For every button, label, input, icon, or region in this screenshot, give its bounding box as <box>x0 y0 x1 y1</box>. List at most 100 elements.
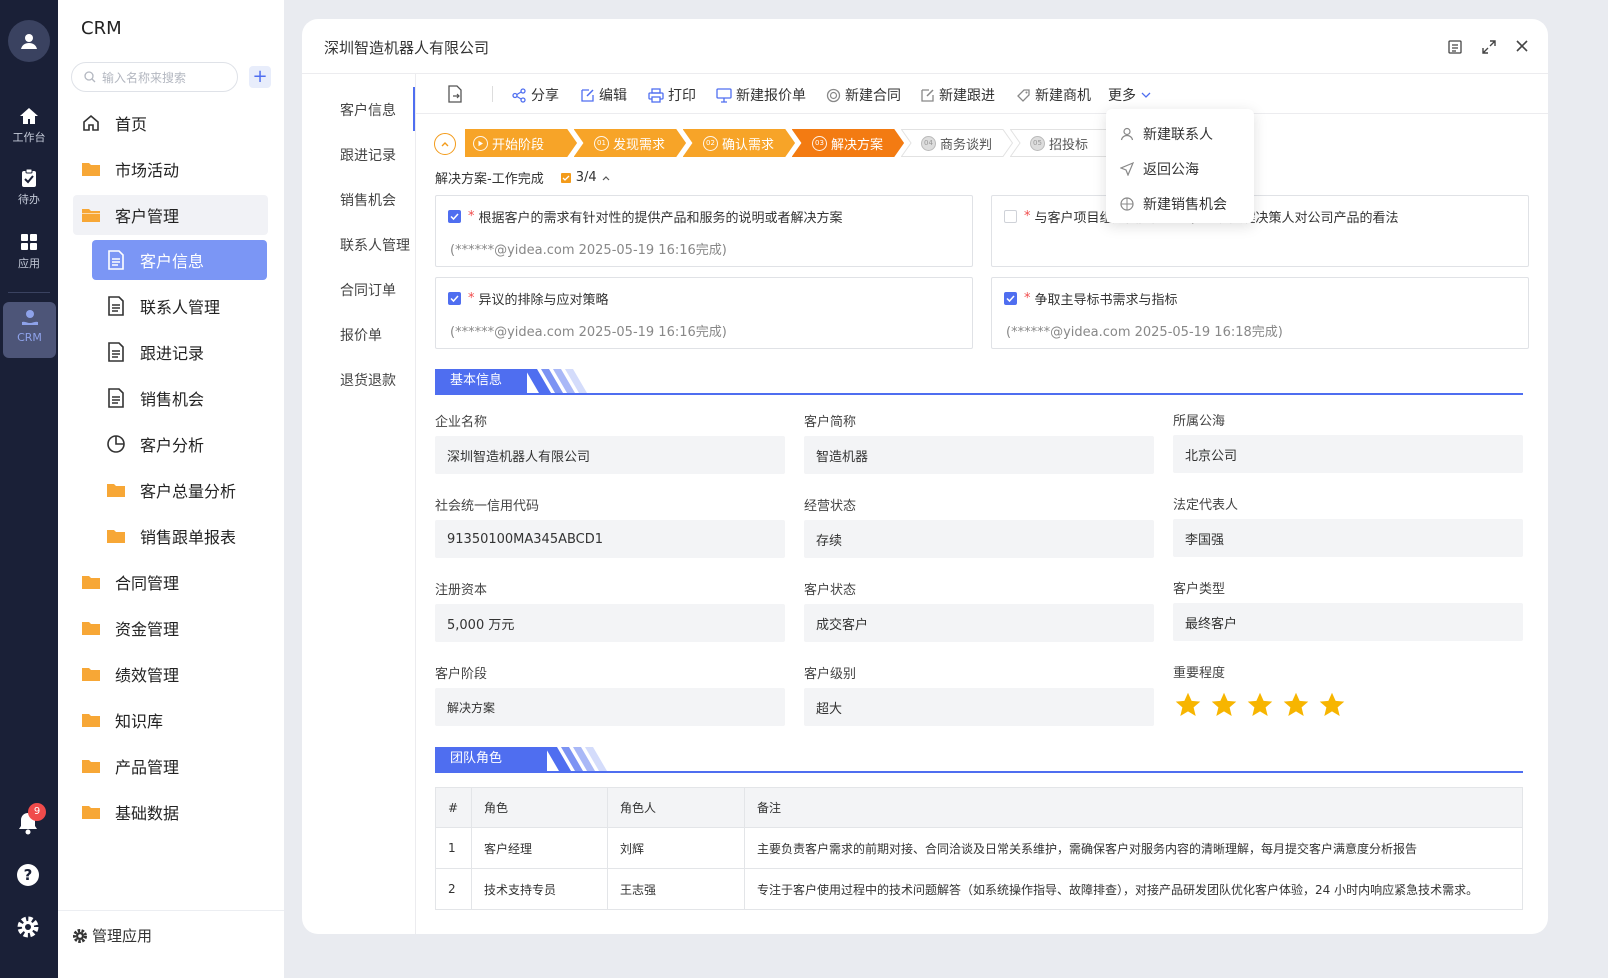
menu-item-return-pool[interactable]: 返回公海 <box>1120 159 1199 179</box>
stage-4[interactable]: 03 解决方案 <box>792 129 904 157</box>
sidebar-item-marketing[interactable]: 市场活动 <box>73 149 268 189</box>
column-header: 角色 <box>471 787 608 828</box>
share-button[interactable]: 分享 <box>512 85 559 105</box>
collapse-stage-button[interactable] <box>434 133 456 155</box>
help-icon[interactable]: ? <box>15 862 41 888</box>
rail-item-label: 待办 <box>18 193 40 206</box>
sidebar-item-knowledge-base[interactable]: 知识库 <box>73 700 268 740</box>
home-icon <box>81 113 101 133</box>
task-checkbox[interactable] <box>448 292 461 305</box>
sidebar-item-followups[interactable]: 跟进记录 <box>92 332 267 372</box>
stage-3[interactable]: 02 确认需求 <box>683 129 795 157</box>
business-status-field[interactable]: 存续 <box>804 520 1154 558</box>
star-icon[interactable] <box>1246 691 1274 719</box>
registered-capital-field[interactable]: 5,000 万元 <box>435 604 785 642</box>
field-label: 企业名称 <box>435 415 488 430</box>
table-row[interactable]: 2 技术支持专员 王志强 专注于客户使用过程中的技术问题解答（如系统操作指导、故… <box>435 868 1523 910</box>
search-input[interactable]: 输入名称来搜索 <box>71 62 238 92</box>
stage-1[interactable]: 开始阶段 <box>465 129 577 157</box>
folder-icon <box>81 756 101 776</box>
stage-2[interactable]: 01 发现需求 <box>574 129 686 157</box>
subnav-customer-info[interactable]: 客户信息 <box>340 100 396 120</box>
sidebar-item-label: 跟进记录 <box>140 344 205 363</box>
sidebar-item-label: 客户分析 <box>140 436 205 455</box>
subnav-returns[interactable]: 退货退款 <box>340 370 396 390</box>
grid-icon <box>21 234 37 250</box>
rail-item-apps[interactable]: 应用 <box>0 232 58 271</box>
settings-icon[interactable] <box>15 914 41 940</box>
rail-item-todo[interactable]: 待办 <box>0 168 58 207</box>
subnav-contract-orders[interactable]: 合同订单 <box>340 280 396 300</box>
importance-rating[interactable] <box>1174 691 1346 719</box>
manage-apps-button[interactable]: 管理应用 <box>58 910 284 960</box>
star-icon[interactable] <box>1282 691 1310 719</box>
rail-item-crm[interactable]: CRM <box>3 302 56 358</box>
star-icon[interactable] <box>1174 691 1202 719</box>
folder-icon <box>106 526 126 546</box>
task-progress[interactable]: 3/4 <box>560 170 611 185</box>
document-view-icon <box>1448 40 1462 54</box>
sidebar-item-home[interactable]: 首页 <box>73 103 268 143</box>
sidebar-item-label: 客户总量分析 <box>140 482 237 501</box>
stage-label: 解决方案 <box>831 137 884 153</box>
more-button[interactable]: 更多 <box>1108 85 1152 105</box>
company-name-field[interactable]: 深圳智造机器人有限公司 <box>435 436 785 474</box>
subnav-followups[interactable]: 跟进记录 <box>340 145 396 165</box>
sidebar-item-contract-management[interactable]: 合同管理 <box>73 562 268 602</box>
sidebar-item-sales-report[interactable]: 销售跟单报表 <box>92 516 267 556</box>
star-icon[interactable] <box>1210 691 1238 719</box>
credit-code-field[interactable]: 91350100MA345ABCD1 <box>435 520 785 558</box>
sidebar-item-product-management[interactable]: 产品管理 <box>73 746 268 786</box>
sidebar-item-customer-analysis[interactable]: 客户分析 <box>92 424 267 464</box>
customer-stage-field[interactable]: 解决方案 <box>435 688 785 726</box>
edit-note-icon <box>921 88 934 102</box>
customer-type-field[interactable]: 最终客户 <box>1173 603 1523 641</box>
public-pool-field[interactable]: 北京公司 <box>1173 435 1523 473</box>
sidebar-item-performance[interactable]: 绩效管理 <box>73 654 268 694</box>
subnav-contacts[interactable]: 联系人管理 <box>340 235 410 255</box>
task-checkbox[interactable] <box>1004 210 1017 223</box>
customer-status-field[interactable]: 成交客户 <box>804 604 1154 642</box>
field-label: 客户简称 <box>804 415 857 430</box>
close-button[interactable] <box>1515 39 1529 53</box>
subnav-quotes[interactable]: 报价单 <box>340 325 382 345</box>
customer-level-field[interactable]: 超大 <box>804 688 1154 726</box>
menu-item-new-contact[interactable]: 新建联系人 <box>1120 124 1213 144</box>
detail-view-button[interactable] <box>1447 39 1463 55</box>
subnav-opportunities[interactable]: 销售机会 <box>340 190 396 210</box>
more-label: 更多 <box>1108 88 1136 104</box>
new-opportunity-button[interactable]: 新建商机 <box>1016 85 1091 105</box>
add-button[interactable]: + <box>249 66 271 88</box>
monitor-icon <box>716 87 732 103</box>
crm-icon <box>21 310 38 325</box>
export-button[interactable] <box>447 85 463 103</box>
rail-item-workbench[interactable]: 工作台 <box>0 106 58 145</box>
stage-5[interactable]: 04 商务谈判 <box>901 129 1013 157</box>
checklist-icon <box>560 172 571 183</box>
sidebar-item-contacts[interactable]: 联系人管理 <box>92 286 267 326</box>
star-icon[interactable] <box>1318 691 1346 719</box>
task-checkbox[interactable] <box>448 210 461 223</box>
sidebar-item-customer-info[interactable]: 客户信息 <box>92 240 267 280</box>
sidebar-item-customer-management[interactable]: 客户管理 <box>73 195 268 235</box>
edit-button[interactable]: 编辑 <box>580 85 627 105</box>
task-checkbox[interactable] <box>1004 292 1017 305</box>
sidebar-item-customer-total-analysis[interactable]: 客户总量分析 <box>92 470 267 510</box>
field-label: 注册资本 <box>435 583 488 598</box>
menu-item-new-opportunity[interactable]: 新建销售机会 <box>1120 194 1227 214</box>
user-avatar[interactable] <box>8 20 50 62</box>
sidebar-item-opportunities[interactable]: 销售机会 <box>92 378 267 418</box>
search-icon <box>84 71 96 83</box>
new-contract-button[interactable]: 新建合同 <box>826 85 901 105</box>
legal-representative-field[interactable]: 李国强 <box>1173 519 1523 557</box>
print-button[interactable]: 打印 <box>648 85 696 105</box>
new-followup-button[interactable]: 新建跟进 <box>920 85 995 105</box>
expand-button[interactable] <box>1481 39 1497 55</box>
document-icon <box>106 296 126 316</box>
sidebar-item-base-data[interactable]: 基础数据 <box>73 792 268 832</box>
sidebar-item-fund-management[interactable]: 资金管理 <box>73 608 268 648</box>
table-row[interactable]: 1 客户经理 刘辉 主要负责客户需求的前期对接、合同洽谈及日常关系维护，需确保客… <box>435 827 1523 869</box>
short-name-field[interactable]: 智造机器 <box>804 436 1154 474</box>
new-quote-button[interactable]: 新建报价单 <box>716 85 806 105</box>
stage-label: 确认需求 <box>722 137 775 153</box>
